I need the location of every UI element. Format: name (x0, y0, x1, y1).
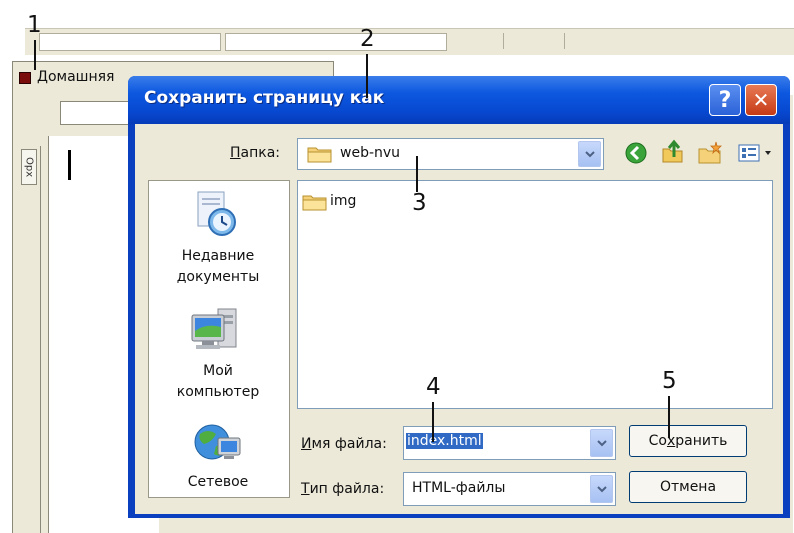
toolbar-separator (503, 33, 565, 49)
place-label-line: Мой (203, 363, 233, 379)
toolbar-field[interactable] (39, 33, 221, 51)
file-name: img (330, 193, 357, 209)
my-computer-icon (191, 308, 237, 349)
place-label-line: документы (176, 269, 260, 285)
help-button[interactable]: ? (709, 84, 741, 116)
cancel-button[interactable]: Отмена (629, 471, 747, 503)
recent-documents-icon (197, 191, 236, 236)
folder-icon (307, 147, 332, 163)
annotation-3: 3 (412, 190, 427, 216)
new-folder-icon[interactable] (697, 141, 723, 165)
chevron-down-icon (596, 485, 607, 492)
back-icon[interactable] (624, 141, 648, 165)
annotation-4: 4 (426, 374, 441, 400)
place-network[interactable]: Сетевое (148, 420, 288, 496)
annotation-leader (668, 396, 670, 438)
filename-label: Имя файла: (301, 436, 387, 452)
folder-icon (302, 195, 327, 211)
folder-combo[interactable]: web-nvu (297, 138, 604, 170)
folder-label: Папка: (230, 145, 281, 161)
annotation-leader (34, 40, 36, 70)
chevron-down-icon (596, 439, 607, 446)
toolbar-field[interactable] (225, 33, 447, 51)
place-label-line: компьютер (176, 384, 260, 400)
filetype-select[interactable]: HTML-файлы (403, 472, 616, 506)
network-icon (194, 424, 241, 460)
annotation-2: 2 (360, 26, 375, 52)
annotation-leader (432, 402, 434, 442)
annotation-leader (366, 54, 368, 98)
file-list[interactable]: img (297, 180, 773, 409)
filename-dropdown-button[interactable] (590, 429, 613, 457)
filename-field[interactable]: index.html (403, 426, 616, 460)
help-icon: ? (718, 87, 732, 113)
list-item[interactable]: img (302, 191, 382, 213)
tab-label: Домашняя (37, 69, 115, 85)
place-recent-documents[interactable]: Недавние документы (148, 188, 288, 298)
place-label-line: Сетевое (187, 474, 249, 490)
page-icon (19, 72, 31, 84)
annotation-1: 1 (27, 12, 42, 38)
place-my-computer[interactable]: Мой компьютер (148, 305, 288, 410)
chevron-down-icon (584, 150, 595, 157)
close-button[interactable]: ✕ (745, 84, 777, 116)
cancel-button-label: Отмена (659, 479, 717, 495)
filename-value: index.html (406, 433, 483, 449)
side-ruler (18, 146, 41, 533)
ruler-label: Орх (21, 149, 37, 185)
filetype-label: Тип файла: (301, 481, 385, 497)
text-caret (68, 150, 71, 180)
views-menu-icon[interactable] (738, 144, 778, 162)
up-folder-icon[interactable] (660, 139, 686, 165)
app-toolbar (25, 28, 794, 55)
close-icon: ✕ (752, 88, 770, 112)
filetype-dropdown-button[interactable] (590, 475, 613, 503)
folder-value: web-nvu (340, 145, 401, 161)
save-button-label: Сохранить (648, 433, 728, 449)
filetype-value: HTML-файлы (412, 480, 506, 496)
annotation-leader (416, 156, 418, 192)
save-button[interactable]: Сохранить (629, 425, 747, 457)
folder-dropdown-button[interactable] (578, 141, 601, 167)
annotation-5: 5 (662, 368, 677, 394)
place-label-line: Недавние (181, 248, 255, 264)
dialog-title: Сохранить страницу как (144, 88, 385, 108)
